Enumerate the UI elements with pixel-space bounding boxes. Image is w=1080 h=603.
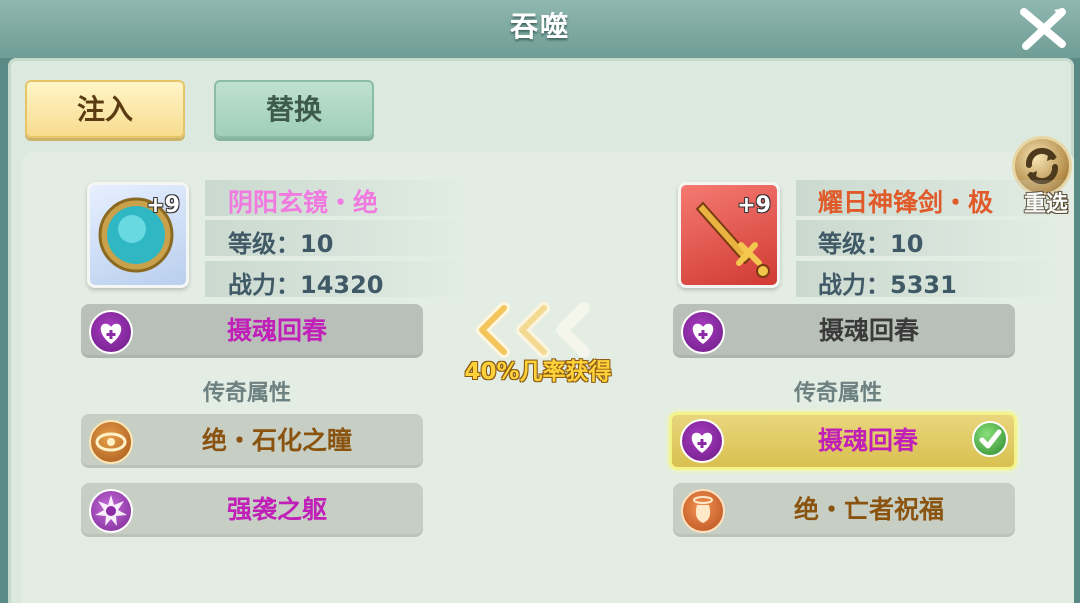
heart-plus-icon (680, 419, 724, 463)
right-main-skill-row[interactable]: 摄魂回春 (673, 304, 1015, 358)
left-main-skill-row[interactable]: 摄魂回春 (81, 304, 423, 358)
right-item-card[interactable]: +9 (678, 182, 780, 288)
left-main-skill: 摄魂回春 (226, 316, 327, 345)
right-legend-title: 传奇属性 (793, 381, 882, 406)
left-legend-1: 绝・石化之瞳 (201, 426, 352, 455)
tab-replace[interactable]: 替换 (214, 80, 374, 138)
right-main-skill: 摄魂回春 (818, 316, 919, 345)
right-item-name: 耀日神锋剑・极 (818, 188, 994, 217)
right-legend-row-1[interactable]: 摄魂回春 (669, 412, 1017, 470)
heart-plus-icon (681, 310, 725, 354)
left-legend-row-1[interactable]: 绝・石化之瞳 (81, 414, 423, 468)
left-item-level: 等级：10 (228, 230, 334, 258)
left-legend-title: 传奇属性 (202, 381, 291, 406)
close-icon (1020, 8, 1066, 50)
burst-figure-icon (89, 489, 133, 533)
right-item-level: 等级：10 (818, 230, 924, 258)
enhance-level: +9 (737, 193, 771, 218)
urn-icon (681, 489, 725, 533)
left-legend-row-2[interactable]: 强袭之躯 (81, 483, 423, 537)
checkmark-icon (972, 421, 1008, 457)
left-item-card[interactable]: +9 (87, 182, 189, 288)
tab-inject[interactable]: 注入 (25, 80, 185, 138)
chance-text: 40%几率获得 (464, 359, 612, 385)
eye-icon (89, 420, 133, 464)
left-legend-2: 强袭之躯 (226, 495, 327, 524)
right-legend-2: 绝・亡者祝福 (793, 495, 944, 524)
right-legend-row-2[interactable]: 绝・亡者祝福 (673, 483, 1015, 537)
heart-plus-icon (89, 310, 133, 354)
close-button[interactable] (1014, 4, 1072, 52)
left-item-name: 阴阳玄镜・绝 (228, 188, 379, 217)
transfer-arrows-icon (470, 300, 610, 360)
window-title: 吞噬 (509, 10, 570, 43)
right-legend-1: 摄魂回春 (817, 426, 918, 455)
enhance-level: +9 (146, 193, 180, 218)
right-item-power: 战力：5331 (818, 271, 957, 299)
left-item-power: 战力：14320 (228, 271, 384, 299)
